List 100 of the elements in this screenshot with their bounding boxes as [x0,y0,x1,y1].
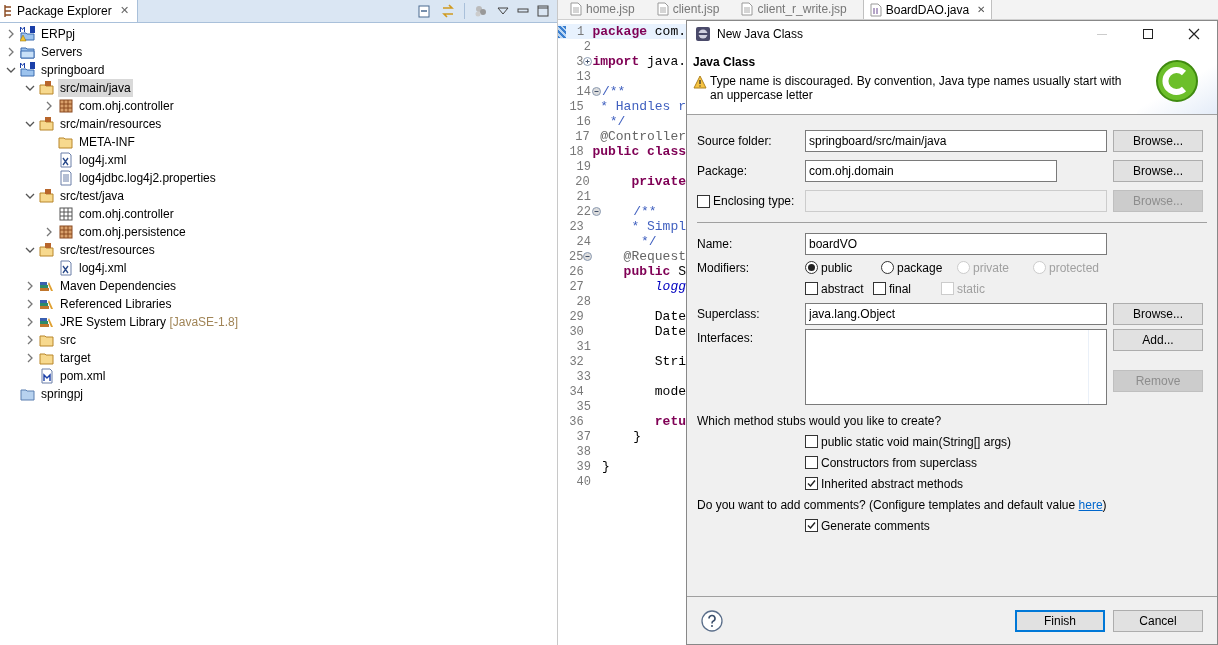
expand-icon[interactable] [25,299,35,309]
dialog-button[interactable]: Browse... [1113,130,1203,152]
field-label: Source folder: [697,133,773,150]
close-button[interactable]: ✕ [119,2,129,19]
checkbox[interactable] [805,477,818,490]
line-number: 35 [575,398,591,416]
maven-project-icon [20,26,36,42]
tree-item[interactable]: src/main/java [58,79,133,97]
line-number: 20 [574,173,590,191]
line-number: 23 [568,218,584,236]
expand-icon[interactable] [6,29,16,39]
tree-item[interactable]: springboard [39,61,107,79]
maven-project-icon [20,62,36,78]
collapse-icon[interactable] [592,87,601,96]
line-number: 40 [575,473,591,491]
tree-item[interactable]: Maven Dependencies [58,277,179,295]
editor-tab[interactable]: home.jsp [564,0,641,19]
collapse-icon[interactable] [25,245,35,255]
page-title: Java Class [693,54,757,71]
expand-icon[interactable] [25,353,35,363]
line-number: 26 [568,263,584,281]
tree-item[interactable]: log4j.xml [77,151,129,169]
name-field[interactable]: boardVO [805,233,1107,255]
collapse-icon[interactable] [25,119,35,129]
editor-tab[interactable]: BoardDAO.java ✕ [862,0,993,19]
expand-icon[interactable] [583,57,593,66]
line-number: 3 [575,53,584,71]
close-button[interactable]: ✕ [977,2,986,17]
collapse-icon[interactable] [6,65,16,75]
checkbox[interactable] [805,282,818,295]
collapse-icon[interactable] [583,252,593,261]
dialog-button[interactable]: Add... [1113,329,1203,351]
radio-button[interactable] [805,261,818,274]
tree-item[interactable]: log4jdbc.log4j2.properties [77,169,218,187]
tree-item[interactable]: ERPpj [39,25,77,43]
tree-item[interactable]: src/main/resources [58,115,164,133]
dialog-button[interactable]: Browse... [1113,303,1203,325]
tree-item[interactable]: META-INF [77,133,137,151]
expand-icon[interactable] [25,281,35,291]
view-title: Package Explorer [17,2,112,20]
section-label: Which method stubs would you like to create? [697,413,943,430]
interfaces-list[interactable] [805,329,1107,405]
tree-item[interactable]: com.ohj.controller [77,205,176,223]
source-folder-icon [39,116,55,132]
dialog-button[interactable]: Finish [1015,609,1105,632]
editor-tab[interactable]: client_r_write.jsp [735,0,853,19]
tree-item[interactable]: src/test/java [58,187,127,205]
expand-icon[interactable] [25,335,35,345]
xml-file-icon [58,260,74,276]
checkbox[interactable] [873,282,886,295]
code-line: retu [653,412,686,431]
collapse-icon[interactable] [25,83,35,93]
checkbox[interactable] [805,435,818,448]
radio-button[interactable] [881,261,894,274]
field-label: Package: [697,163,749,180]
tree-item[interactable]: Referenced Libraries [58,295,174,313]
line-number: 34 [568,383,584,401]
class-icon [1155,58,1199,103]
tree-item[interactable]: pom.xml [58,367,108,385]
minimize-icon[interactable] [517,5,529,16]
code-line: import java. [592,52,686,71]
tree-item[interactable]: src [58,331,78,349]
expand-icon[interactable] [6,47,16,57]
tree-item[interactable]: Servers [39,43,85,61]
superclass-field[interactable]: java.lang.Object [805,303,1107,325]
expand-icon[interactable] [44,101,54,111]
tree-item[interactable]: com.ohj.controller [77,97,176,115]
view-menu-icon[interactable] [497,5,509,16]
here-link[interactable]: here [1078,495,1103,514]
package-icon [58,224,74,240]
tree-item[interactable]: target [58,349,93,367]
code-line: package com. [592,22,686,41]
enclosing-type-field[interactable] [805,190,1107,212]
code-line: public S [622,263,686,281]
editor-tab[interactable]: client.jsp [650,0,726,19]
line-number: 31 [575,338,591,356]
tree-item[interactable]: src/test/resources [58,241,157,259]
checkbox[interactable] [805,519,818,532]
tree-item[interactable]: springpj [39,385,86,403]
dialog-button[interactable]: Cancel [1113,609,1203,632]
package-icon [58,206,74,222]
check-icon [806,478,817,489]
collapse-icon[interactable] [592,207,601,216]
checkbox-label: Inherited abstract methods [821,475,964,493]
code-line: private [630,172,686,191]
field-label: Interfaces: [697,330,755,347]
dialog-button[interactable]: Browse... [1113,160,1203,182]
expand-icon[interactable] [25,317,35,327]
help-icon[interactable] [701,609,723,632]
xml-file-icon [58,152,74,168]
collapse-icon[interactable] [25,191,35,201]
view-tab[interactable]: Package Explorer ✕ [0,0,138,22]
tree-item[interactable]: com.ohj.persistence [77,223,188,241]
collapse-all-icon[interactable] [416,2,432,19]
tree-item[interactable]: log4j.xml [77,259,129,277]
expand-icon[interactable] [44,227,54,237]
checkbox[interactable] [805,456,818,469]
tree-item[interactable]: JRE System Library [JavaSE-1.8] [58,313,241,331]
package-field[interactable]: com.ohj.domain [805,160,1057,182]
source-folder-field[interactable]: springboard/src/main/java [805,130,1107,152]
